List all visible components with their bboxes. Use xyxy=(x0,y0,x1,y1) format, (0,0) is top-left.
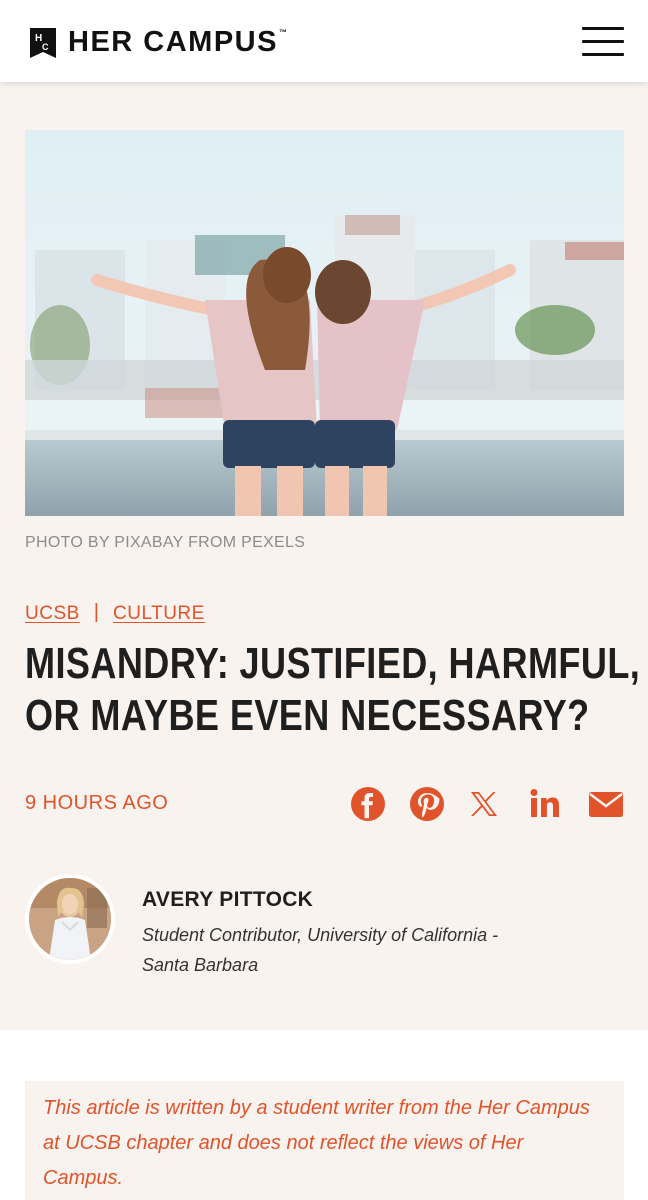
svg-text:C: C xyxy=(42,42,49,52)
article-title-line1: MISANDRY: JUSTIFIED, HARMFUL, xyxy=(25,639,641,688)
site-header: H C HER CAMPUS™ xyxy=(0,0,648,82)
hero-photo xyxy=(25,130,624,516)
disclaimer-box: This article is written by a student wri… xyxy=(25,1081,624,1200)
linkedin-icon[interactable] xyxy=(527,786,563,822)
x-icon[interactable] xyxy=(466,786,502,822)
author-name[interactable]: AVERY PITTOCK xyxy=(142,888,313,912)
tag-separator: | xyxy=(93,601,99,623)
publish-time: 9 HOURS AGO xyxy=(25,792,169,814)
hamburger-menu-icon[interactable] xyxy=(582,27,624,57)
author-role-line2: Santa Barbara xyxy=(142,955,259,975)
article-title: MISANDRY: JUSTIFIED, HARMFUL, OR MAYBE E… xyxy=(25,638,640,742)
pinterest-icon[interactable] xyxy=(409,786,445,822)
facebook-icon[interactable] xyxy=(350,786,386,822)
article-title-line2: OR MAYBE EVEN NECESSARY? xyxy=(25,691,590,740)
tag-culture[interactable]: CULTURE xyxy=(113,603,205,625)
email-icon[interactable] xyxy=(588,786,624,822)
photo-caption: PHOTO BY PIXABAY FROM PEXELS xyxy=(25,534,306,551)
disclaimer-text: This article is written by a student wri… xyxy=(43,1097,590,1189)
brand-name: HER CAMPUS™ xyxy=(68,26,289,58)
author-role-line1: Student Contributor, University of Calif… xyxy=(142,925,499,945)
tag-ucsb[interactable]: UCSB xyxy=(25,603,80,625)
hc-logo-icon: H C xyxy=(30,27,56,58)
article-tags: UCSB | CULTURE xyxy=(25,601,205,625)
author-role: Student Contributor, University of Calif… xyxy=(142,920,572,980)
author-avatar[interactable] xyxy=(25,874,115,964)
her-campus-logo[interactable]: H C HER CAMPUS™ xyxy=(30,26,288,59)
article-header-section: PHOTO BY PIXABAY FROM PEXELS UCSB | CULT… xyxy=(0,82,648,1030)
